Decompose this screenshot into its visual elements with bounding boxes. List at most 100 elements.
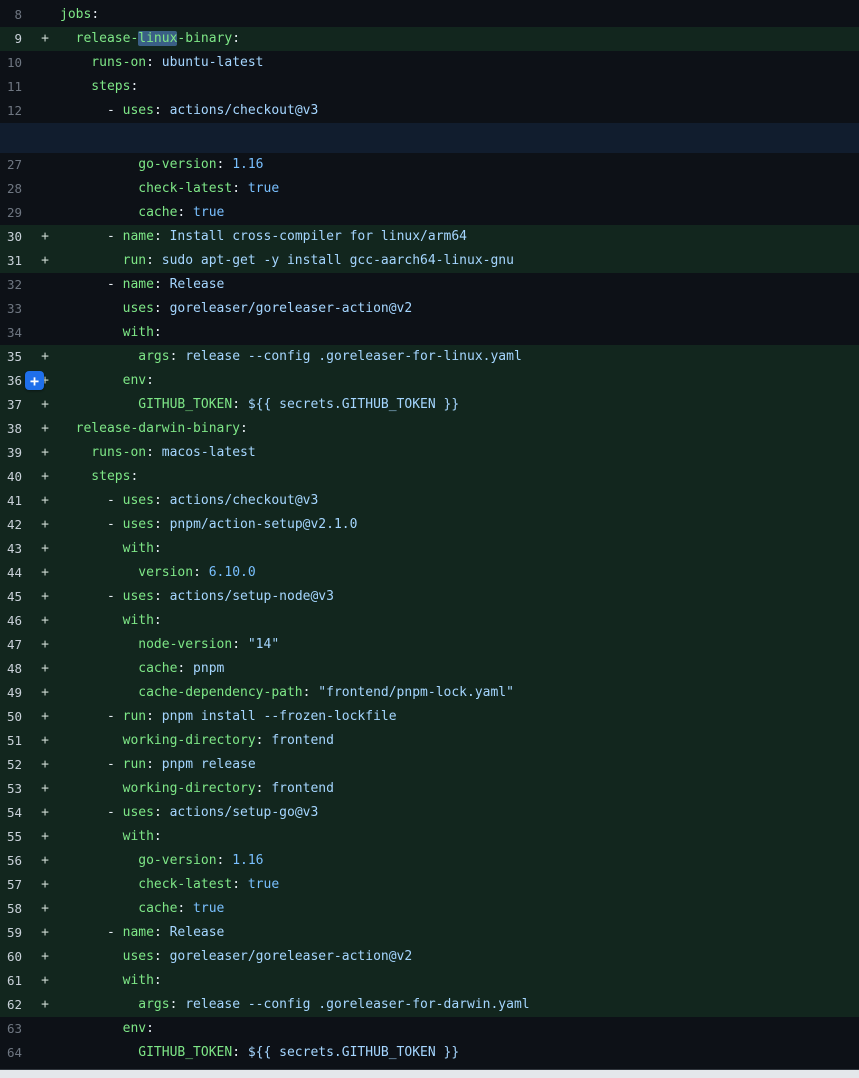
line-number[interactable]: 37 [0,393,30,417]
diff-line: 41+ - uses: actions/checkout@v3 [0,489,859,513]
hunk-expander-row[interactable] [0,123,859,153]
code-text: cache: pnpm [60,657,224,681]
line-number[interactable]: 44 [0,561,30,585]
diff-line: 36+ env:+ [0,369,859,393]
diff-added-marker [30,321,60,345]
line-number[interactable]: 41 [0,489,30,513]
line-number[interactable]: 56 [0,849,30,873]
diff-line: 39+ runs-on: macos-latest [0,441,859,465]
line-number[interactable]: 63 [0,1017,30,1041]
line-number[interactable]: 48 [0,657,30,681]
code-text: steps: [60,75,138,99]
line-number[interactable]: 58 [0,897,30,921]
diff-line: 55+ with: [0,825,859,849]
code-text: check-latest: true [60,873,279,897]
diff-added-marker [30,1017,60,1041]
line-number[interactable]: 27 [0,153,30,177]
line-number[interactable]: 8 [0,3,30,27]
line-number[interactable]: 9 [0,27,30,51]
diff-added-marker: + [30,225,60,249]
line-number[interactable]: 30 [0,225,30,249]
code-text: - name: Install cross-compiler for linux… [60,225,467,249]
line-number[interactable]: 39 [0,441,30,465]
code-text: with: [60,537,162,561]
line-number[interactable]: 43 [0,537,30,561]
code-text: - uses: actions/setup-go@v3 [60,801,318,825]
diff-line: 35+ args: release --config .goreleaser-f… [0,345,859,369]
line-number[interactable]: 34 [0,321,30,345]
line-number[interactable]: 35 [0,345,30,369]
line-number[interactable]: 42 [0,513,30,537]
line-number[interactable]: 46 [0,609,30,633]
code-text: GITHUB_TOKEN: ${{ secrets.GITHUB_TOKEN }… [60,393,459,417]
diff-added-marker: + [30,945,60,969]
diff-line: 63 env: [0,1017,859,1041]
code-text: steps: [60,465,138,489]
line-number[interactable]: 28 [0,177,30,201]
diff-added-marker: + [30,729,60,753]
diff-added-marker: + [30,657,60,681]
diff-line: 40+ steps: [0,465,859,489]
diff-line: 56+ go-version: 1.16 [0,849,859,873]
diff-added-marker: + [30,873,60,897]
line-number[interactable]: 49 [0,681,30,705]
diff-added-marker: + [30,561,60,585]
line-number[interactable]: 33 [0,297,30,321]
line-number[interactable]: 53 [0,777,30,801]
line-number[interactable]: 52 [0,753,30,777]
diff-line: 57+ check-latest: true [0,873,859,897]
line-number[interactable]: 50 [0,705,30,729]
diff-added-marker: + [30,537,60,561]
diff-line: 27 go-version: 1.16 [0,153,859,177]
code-text: - uses: actions/setup-node@v3 [60,585,334,609]
line-number[interactable]: 64 [0,1041,30,1065]
line-number[interactable]: 11 [0,75,30,99]
line-number[interactable]: 47 [0,633,30,657]
line-number[interactable]: 62 [0,993,30,1017]
diff-added-marker: + [30,345,60,369]
add-comment-button[interactable]: + [25,371,44,390]
diff-line: 34 with: [0,321,859,345]
diff-line: 10 runs-on: ubuntu-latest [0,51,859,75]
code-text: - uses: pnpm/action-setup@v2.1.0 [60,513,357,537]
diff-line: 33 uses: goreleaser/goreleaser-action@v2 [0,297,859,321]
diff-added-marker: + [30,513,60,537]
diff-line: 59+ - name: Release [0,921,859,945]
code-text: go-version: 1.16 [60,849,264,873]
line-number[interactable]: 51 [0,729,30,753]
diff-added-marker [30,51,60,75]
code-text: with: [60,609,162,633]
line-number[interactable]: 59 [0,921,30,945]
code-text: uses: goreleaser/goreleaser-action@v2 [60,297,412,321]
code-text: - uses: actions/checkout@v3 [60,99,318,123]
diff-added-marker [30,273,60,297]
line-number[interactable]: 29 [0,201,30,225]
diff-line: 9+ release-linux-binary: [0,27,859,51]
code-text: with: [60,969,162,993]
diff-line: 44+ version: 6.10.0 [0,561,859,585]
line-number[interactable]: 60 [0,945,30,969]
line-number[interactable]: 32 [0,273,30,297]
diff-line: 29 cache: true [0,201,859,225]
line-number[interactable]: 54 [0,801,30,825]
horizontal-scrollbar-area[interactable] [0,1069,859,1078]
line-number[interactable]: 45 [0,585,30,609]
line-number[interactable]: 57 [0,873,30,897]
code-text: working-directory: frontend [60,729,334,753]
line-number[interactable]: 31 [0,249,30,273]
line-number[interactable]: 10 [0,51,30,75]
line-number[interactable]: 61 [0,969,30,993]
diff-added-marker [30,297,60,321]
code-text: env: [60,1017,154,1041]
diff-added-marker [30,153,60,177]
diff-added-marker [30,1041,60,1065]
diff-added-marker [30,177,60,201]
code-text: - name: Release [60,273,224,297]
line-number[interactable]: 55 [0,825,30,849]
line-number[interactable]: 12 [0,99,30,123]
line-number[interactable]: 38 [0,417,30,441]
diff-lines: 8jobs:9+ release-linux-binary:10 runs-on… [0,3,859,1065]
line-number[interactable]: 40 [0,465,30,489]
diff-line: 64 GITHUB_TOKEN: ${{ secrets.GITHUB_TOKE… [0,1041,859,1065]
diff-line: 46+ with: [0,609,859,633]
